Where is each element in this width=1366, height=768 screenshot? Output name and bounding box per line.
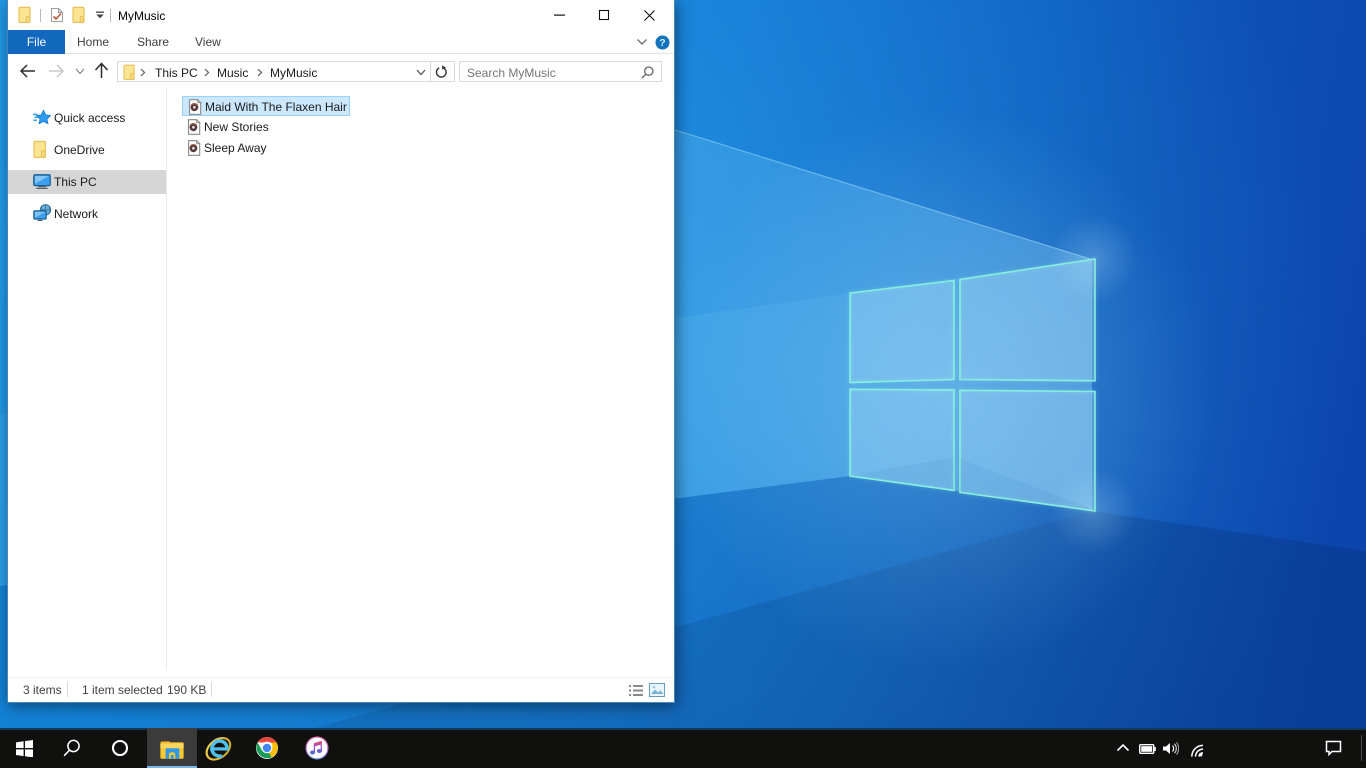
svg-text:?: ? bbox=[659, 37, 665, 49]
